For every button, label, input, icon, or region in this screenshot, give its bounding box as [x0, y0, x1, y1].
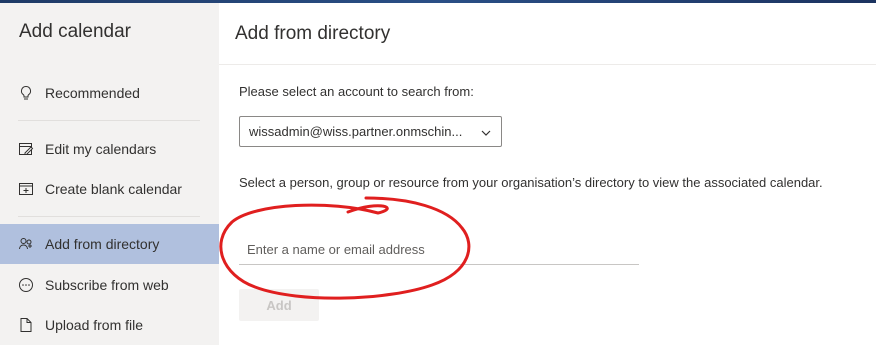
sidebar-item-label: Recommended: [45, 85, 140, 101]
sidebar-item-label: Add from directory: [45, 236, 160, 252]
sidebar-item-label: Edit my calendars: [45, 141, 157, 157]
chevron-down-icon: [480, 126, 492, 138]
sidebar-item-recommended[interactable]: Recommended: [0, 73, 219, 113]
add-button[interactable]: Add: [239, 289, 319, 321]
account-prompt-label: Please select an account to search from:: [239, 84, 474, 99]
globe-icon: [18, 277, 34, 293]
sidebar: Add calendar Recommended Edit my calenda…: [0, 3, 219, 345]
sidebar-item-label: Create blank calendar: [45, 181, 182, 197]
sidebar-item-add-from-directory[interactable]: Add from directory: [0, 224, 219, 264]
people-icon: [18, 236, 34, 252]
sidebar-item-label: Subscribe from web: [45, 277, 169, 293]
directory-description: Select a person, group or resource from …: [239, 175, 823, 190]
page-title: Add from directory: [235, 23, 391, 44]
account-dropdown-value: wissadmin@wiss.partner.onmschin...: [249, 124, 463, 139]
sidebar-item-subscribe-from-web[interactable]: Subscribe from web: [0, 265, 219, 305]
sidebar-item-upload-from-file[interactable]: Upload from file: [0, 305, 219, 345]
search-input[interactable]: [239, 234, 639, 265]
sidebar-item-edit-my-calendars[interactable]: Edit my calendars: [0, 129, 219, 169]
edit-calendar-icon: [18, 141, 34, 157]
divider: [18, 120, 200, 121]
divider: [18, 216, 200, 217]
sidebar-title: Add calendar: [19, 21, 131, 42]
file-icon: [18, 317, 34, 333]
lightbulb-icon: [18, 85, 34, 101]
add-calendar-icon: [18, 181, 34, 197]
main-header: Add from directory: [219, 3, 876, 65]
sidebar-item-label: Upload from file: [45, 317, 144, 333]
sidebar-item-create-blank-calendar[interactable]: Create blank calendar: [0, 169, 219, 209]
account-dropdown[interactable]: wissadmin@wiss.partner.onmschin...: [239, 116, 502, 147]
